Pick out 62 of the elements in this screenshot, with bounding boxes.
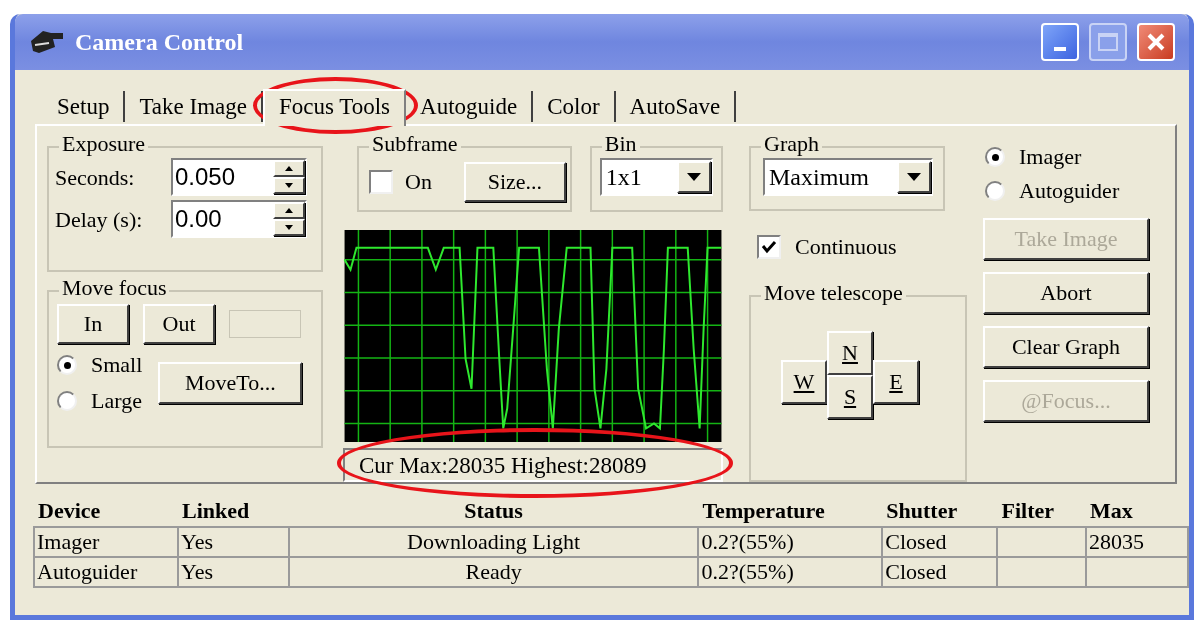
- tab[interactable]: Focus Tools: [262, 89, 407, 126]
- radio-button[interactable]: [57, 391, 77, 411]
- spin-field[interactable]: 0.050: [171, 158, 307, 196]
- tab[interactable]: AutoSave: [615, 91, 737, 122]
- tab[interactable]: Autoguide: [406, 91, 534, 122]
- table-cell: Downloading Light: [288, 527, 699, 557]
- south-button[interactable]: S: [827, 374, 873, 419]
- radio-button[interactable]: [985, 181, 1005, 201]
- checkmark-icon: [761, 239, 777, 254]
- checkbox[interactable]: [369, 170, 393, 194]
- minimize-button[interactable]: [1041, 23, 1079, 61]
- table-cell: 0.2?(55%): [698, 557, 883, 587]
- table-cell: Closed: [882, 557, 998, 587]
- west-button[interactable]: W: [781, 359, 827, 404]
- bin-dropdown[interactable]: 1x1: [599, 158, 713, 196]
- column-header: Temperature: [698, 500, 883, 527]
- move-to-button[interactable]: MoveTo...: [158, 362, 303, 404]
- table-cell: Yes: [177, 557, 289, 587]
- column-header: Linked: [177, 500, 289, 527]
- table-cell: Yes: [177, 527, 289, 557]
- table-cell: Ready: [288, 557, 699, 587]
- in-out-button[interactable]: Out: [143, 304, 215, 344]
- column-header: Status: [288, 500, 699, 527]
- in-out-button[interactable]: In: [57, 304, 129, 344]
- tab[interactable]: Color: [533, 91, 616, 122]
- column-header: Filter: [997, 500, 1087, 527]
- tab[interactable]: Setup: [43, 91, 126, 122]
- east-button[interactable]: E: [873, 359, 919, 404]
- spin-up-icon[interactable]: [273, 202, 305, 219]
- action-button[interactable]: Clear Graph: [983, 326, 1149, 368]
- action-button[interactable]: Abort: [983, 272, 1149, 314]
- table-cell: Imager: [34, 527, 178, 557]
- step-field[interactable]: [229, 310, 301, 338]
- close-icon: [1146, 32, 1166, 52]
- table-cell: 28035: [1086, 527, 1188, 557]
- window-title: Camera Control: [75, 28, 245, 57]
- size-button[interactable]: Size...: [463, 162, 566, 202]
- spin-up-icon[interactable]: [273, 160, 305, 177]
- graph-dropdown[interactable]: Maximum: [763, 158, 933, 196]
- table-cell: 0.2?(55%): [698, 527, 883, 557]
- radio-label[interactable]: Imager: [1019, 146, 1082, 168]
- field-label: Delay (s):: [55, 205, 144, 234]
- spin-down-icon[interactable]: [273, 177, 305, 194]
- field-label: Seconds:: [55, 163, 136, 192]
- north-button[interactable]: N: [827, 330, 873, 375]
- radio-label[interactable]: Large: [91, 390, 142, 412]
- column-header: Device: [34, 500, 178, 527]
- checkbox-label[interactable]: On: [405, 171, 432, 193]
- readout-text: Cur Max:28035 Highest:28089: [358, 453, 647, 477]
- checkbox[interactable]: [757, 234, 781, 259]
- radio-label[interactable]: Autoguider: [1019, 180, 1120, 202]
- radio-label[interactable]: Small: [91, 354, 143, 376]
- table-cell: Autoguider: [34, 557, 178, 587]
- spin-field[interactable]: 0.00: [171, 200, 307, 238]
- radio-button[interactable]: [985, 147, 1005, 167]
- checkbox-label[interactable]: Continuous: [795, 235, 897, 258]
- table-cell: Closed: [882, 527, 998, 557]
- radio-button[interactable]: [57, 355, 77, 375]
- column-header: Shutter: [882, 500, 998, 527]
- column-header: Max: [1086, 500, 1188, 527]
- close-button[interactable]: [1137, 23, 1175, 61]
- spin-down-icon[interactable]: [273, 219, 305, 236]
